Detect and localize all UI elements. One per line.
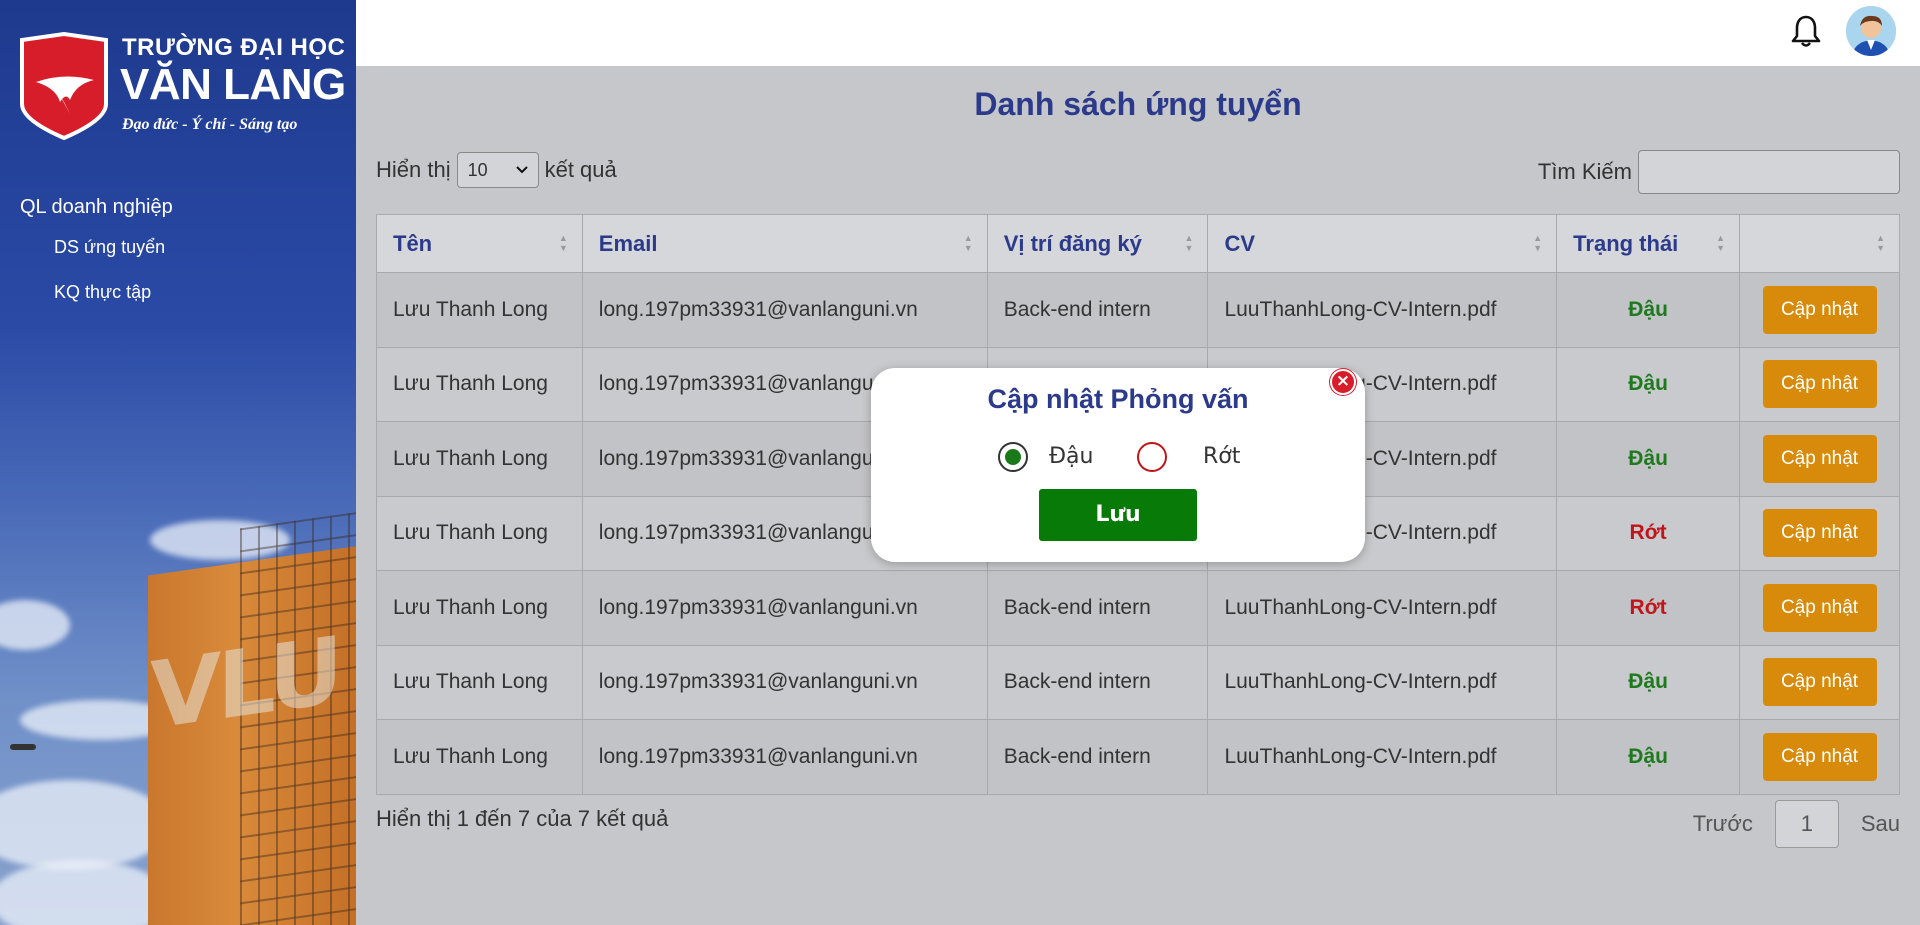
modal-overlay: Cập nhật Phỏng vấn × Đậu Rớt Lưu <box>0 0 1920 925</box>
radio-fail-label: Rớt <box>1203 444 1241 469</box>
save-button[interactable]: Lưu <box>1039 489 1197 541</box>
radio-fail[interactable] <box>1137 442 1167 472</box>
result-radio-group: Đậu Rớt <box>871 440 1365 476</box>
modal-title: Cập nhật Phỏng vấn <box>987 384 1249 414</box>
interview-update-modal: Cập nhật Phỏng vấn × Đậu Rớt Lưu <box>871 368 1365 562</box>
radio-pass[interactable] <box>998 442 1028 472</box>
close-icon[interactable]: × <box>1330 369 1356 395</box>
radio-pass-label: Đậu <box>1049 444 1094 469</box>
